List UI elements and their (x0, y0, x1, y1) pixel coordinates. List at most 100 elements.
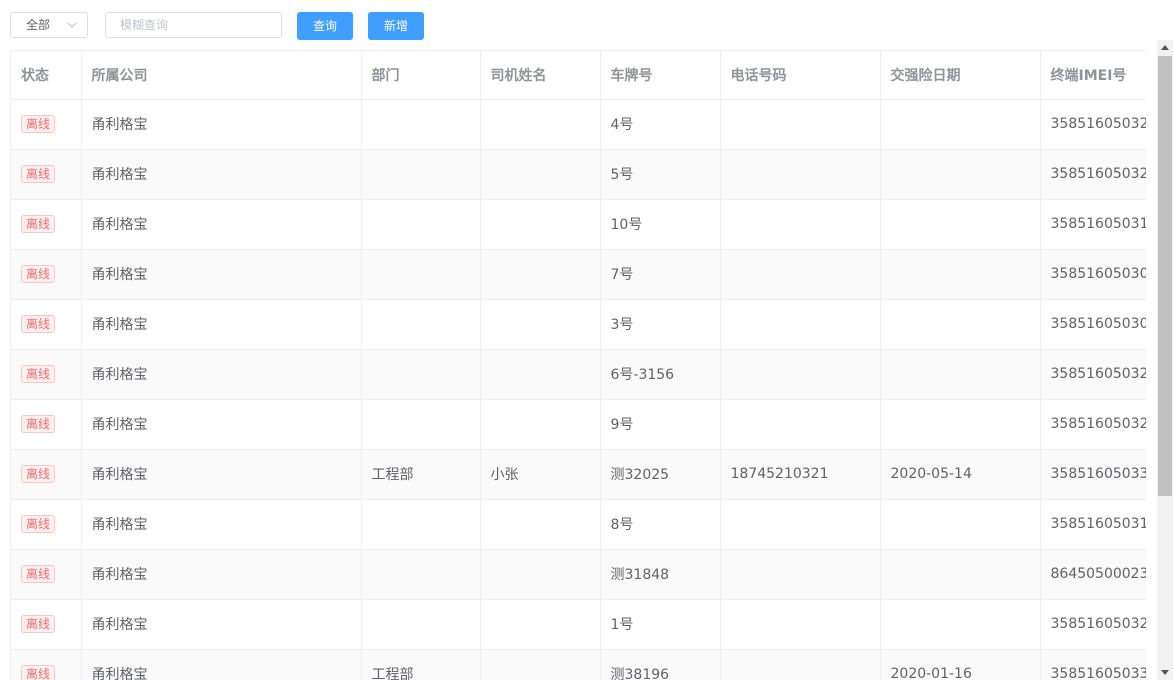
cell-plate-number: 10号 (600, 199, 721, 250)
cell-company: 甬利格宝 (81, 399, 362, 450)
cell-insurance-date (880, 249, 1041, 300)
cell-insurance-date (880, 299, 1041, 350)
cell-plate-number: 7号 (600, 249, 721, 300)
cell-company: 甬利格宝 (81, 649, 362, 680)
cell-imei: 358516050309 (1040, 299, 1146, 350)
cell-department (361, 249, 481, 300)
cell-status: 离线 (11, 399, 82, 450)
table-row[interactable]: 离线 甬利格宝 9号 358516050321 (11, 399, 1146, 450)
cell-phone (720, 599, 881, 650)
status-badge: 离线 (21, 315, 56, 333)
table-row[interactable]: 离线 甬利格宝 7号 358516050307 (11, 249, 1146, 300)
cell-plate-number: 测38196 (600, 649, 721, 680)
cell-phone (720, 349, 881, 400)
table-row[interactable]: 离线 甬利格宝 4号 358516050322 (11, 99, 1146, 150)
cell-phone (720, 199, 881, 250)
cell-department (361, 149, 481, 200)
cell-driver-name (480, 499, 601, 550)
cell-company: 甬利格宝 (81, 549, 362, 600)
column-header-department[interactable]: 部门 (361, 51, 481, 100)
status-badge: 离线 (21, 465, 56, 483)
status-badge: 离线 (21, 215, 56, 233)
cell-plate-number: 6号-3156 (600, 349, 721, 400)
scrollbar-thumb[interactable] (1158, 56, 1172, 496)
column-header-plate-number[interactable]: 车牌号 (600, 51, 721, 100)
status-badge: 离线 (21, 515, 56, 533)
cell-driver-name (480, 299, 601, 350)
status-badge: 离线 (21, 615, 56, 633)
cell-department (361, 599, 481, 650)
cell-insurance-date (880, 199, 1041, 250)
cell-imei: 358516050321 (1040, 399, 1146, 450)
table-row[interactable]: 离线 甬利格宝 1号 358516050321 (11, 599, 1146, 650)
cell-status: 离线 (11, 249, 82, 300)
cell-driver-name (480, 649, 601, 680)
table-row[interactable]: 离线 甬利格宝 8号 358516050313 (11, 499, 1146, 550)
cell-phone (720, 299, 881, 350)
cell-company: 甬利格宝 (81, 449, 362, 500)
status-badge: 离线 (21, 415, 56, 433)
table-row[interactable]: 离线 甬利格宝 5号 358516050322 (11, 149, 1146, 200)
cell-insurance-date (880, 599, 1041, 650)
table-row[interactable]: 离线 甬利格宝 测31848 864505000231 (11, 549, 1146, 600)
cell-company: 甬利格宝 (81, 499, 362, 550)
cell-phone (720, 549, 881, 600)
cell-imei: 358516050307 (1040, 249, 1146, 300)
cell-phone (720, 399, 881, 450)
cell-company: 甬利格宝 (81, 149, 362, 200)
cell-plate-number: 4号 (600, 99, 721, 150)
cell-status: 离线 (11, 549, 82, 600)
cell-company: 甬利格宝 (81, 99, 362, 150)
toolbar: 全部 查询 新增 (0, 0, 1173, 50)
cell-driver-name (480, 349, 601, 400)
cell-insurance-date (880, 399, 1041, 450)
table-row[interactable]: 离线 甬利格宝 6号-3156 358516050323 (11, 349, 1146, 400)
vertical-scrollbar[interactable] (1157, 40, 1173, 680)
table-body: 离线甬利格宝4号358516050322离线甬利格宝5号358516050322… (11, 99, 1146, 680)
cell-department: 工程部 (361, 649, 481, 680)
column-header-insurance-date[interactable]: 交强险日期 (880, 51, 1041, 100)
table-row[interactable]: 离线 甬利格宝 10号 358516050317 (11, 199, 1146, 250)
table-header-row: 状态 所属公司 部门 司机姓名 车牌号 电话号码 交强险日期 终端IMEI号 (11, 51, 1146, 100)
cell-driver-name (480, 399, 601, 450)
cell-department (361, 99, 481, 150)
cell-driver-name (480, 599, 601, 650)
cell-status: 离线 (11, 499, 82, 550)
column-header-phone[interactable]: 电话号码 (720, 51, 881, 100)
cell-imei: 358516050338 (1040, 649, 1146, 680)
cell-driver-name (480, 149, 601, 200)
column-header-driver-name[interactable]: 司机姓名 (480, 51, 601, 100)
cell-imei: 358516050322 (1040, 99, 1146, 150)
cell-driver-name (480, 549, 601, 600)
column-header-status[interactable]: 状态 (11, 51, 82, 100)
cell-insurance-date (880, 349, 1041, 400)
cell-imei: 358516050332 (1040, 449, 1146, 500)
add-button[interactable]: 新增 (368, 12, 424, 40)
table-row[interactable]: 离线 甬利格宝 3号 358516050309 (11, 299, 1146, 350)
cell-phone (720, 649, 881, 680)
table-row[interactable]: 离线 甬利格宝工程部 测38196 2020-01-16358516050338 (11, 649, 1146, 680)
column-header-company[interactable]: 所属公司 (81, 51, 362, 100)
status-badge: 离线 (21, 165, 56, 183)
column-header-imei[interactable]: 终端IMEI号 (1040, 51, 1146, 100)
cell-plate-number: 1号 (600, 599, 721, 650)
cell-status: 离线 (11, 599, 82, 650)
cell-department (361, 499, 481, 550)
cell-imei: 864505000231 (1040, 549, 1146, 600)
arrow-down-icon[interactable] (1161, 670, 1169, 675)
cell-imei: 358516050321 (1040, 599, 1146, 650)
cell-status: 离线 (11, 299, 82, 350)
status-filter-select[interactable]: 全部 (10, 12, 88, 38)
arrow-up-icon[interactable] (1161, 45, 1169, 50)
cell-company: 甬利格宝 (81, 349, 362, 400)
search-input[interactable] (105, 12, 282, 38)
cell-insurance-date (880, 549, 1041, 600)
status-badge: 离线 (21, 665, 56, 680)
cell-department (361, 299, 481, 350)
cell-status: 离线 (11, 149, 82, 200)
cell-insurance-date (880, 149, 1041, 200)
cell-status: 离线 (11, 349, 82, 400)
table-row[interactable]: 离线 甬利格宝 工程部 小张 测32025 18745210321 2020-05-14 35… (11, 449, 1146, 500)
cell-company: 甬利格宝 (81, 249, 362, 300)
query-button[interactable]: 查询 (297, 12, 353, 40)
